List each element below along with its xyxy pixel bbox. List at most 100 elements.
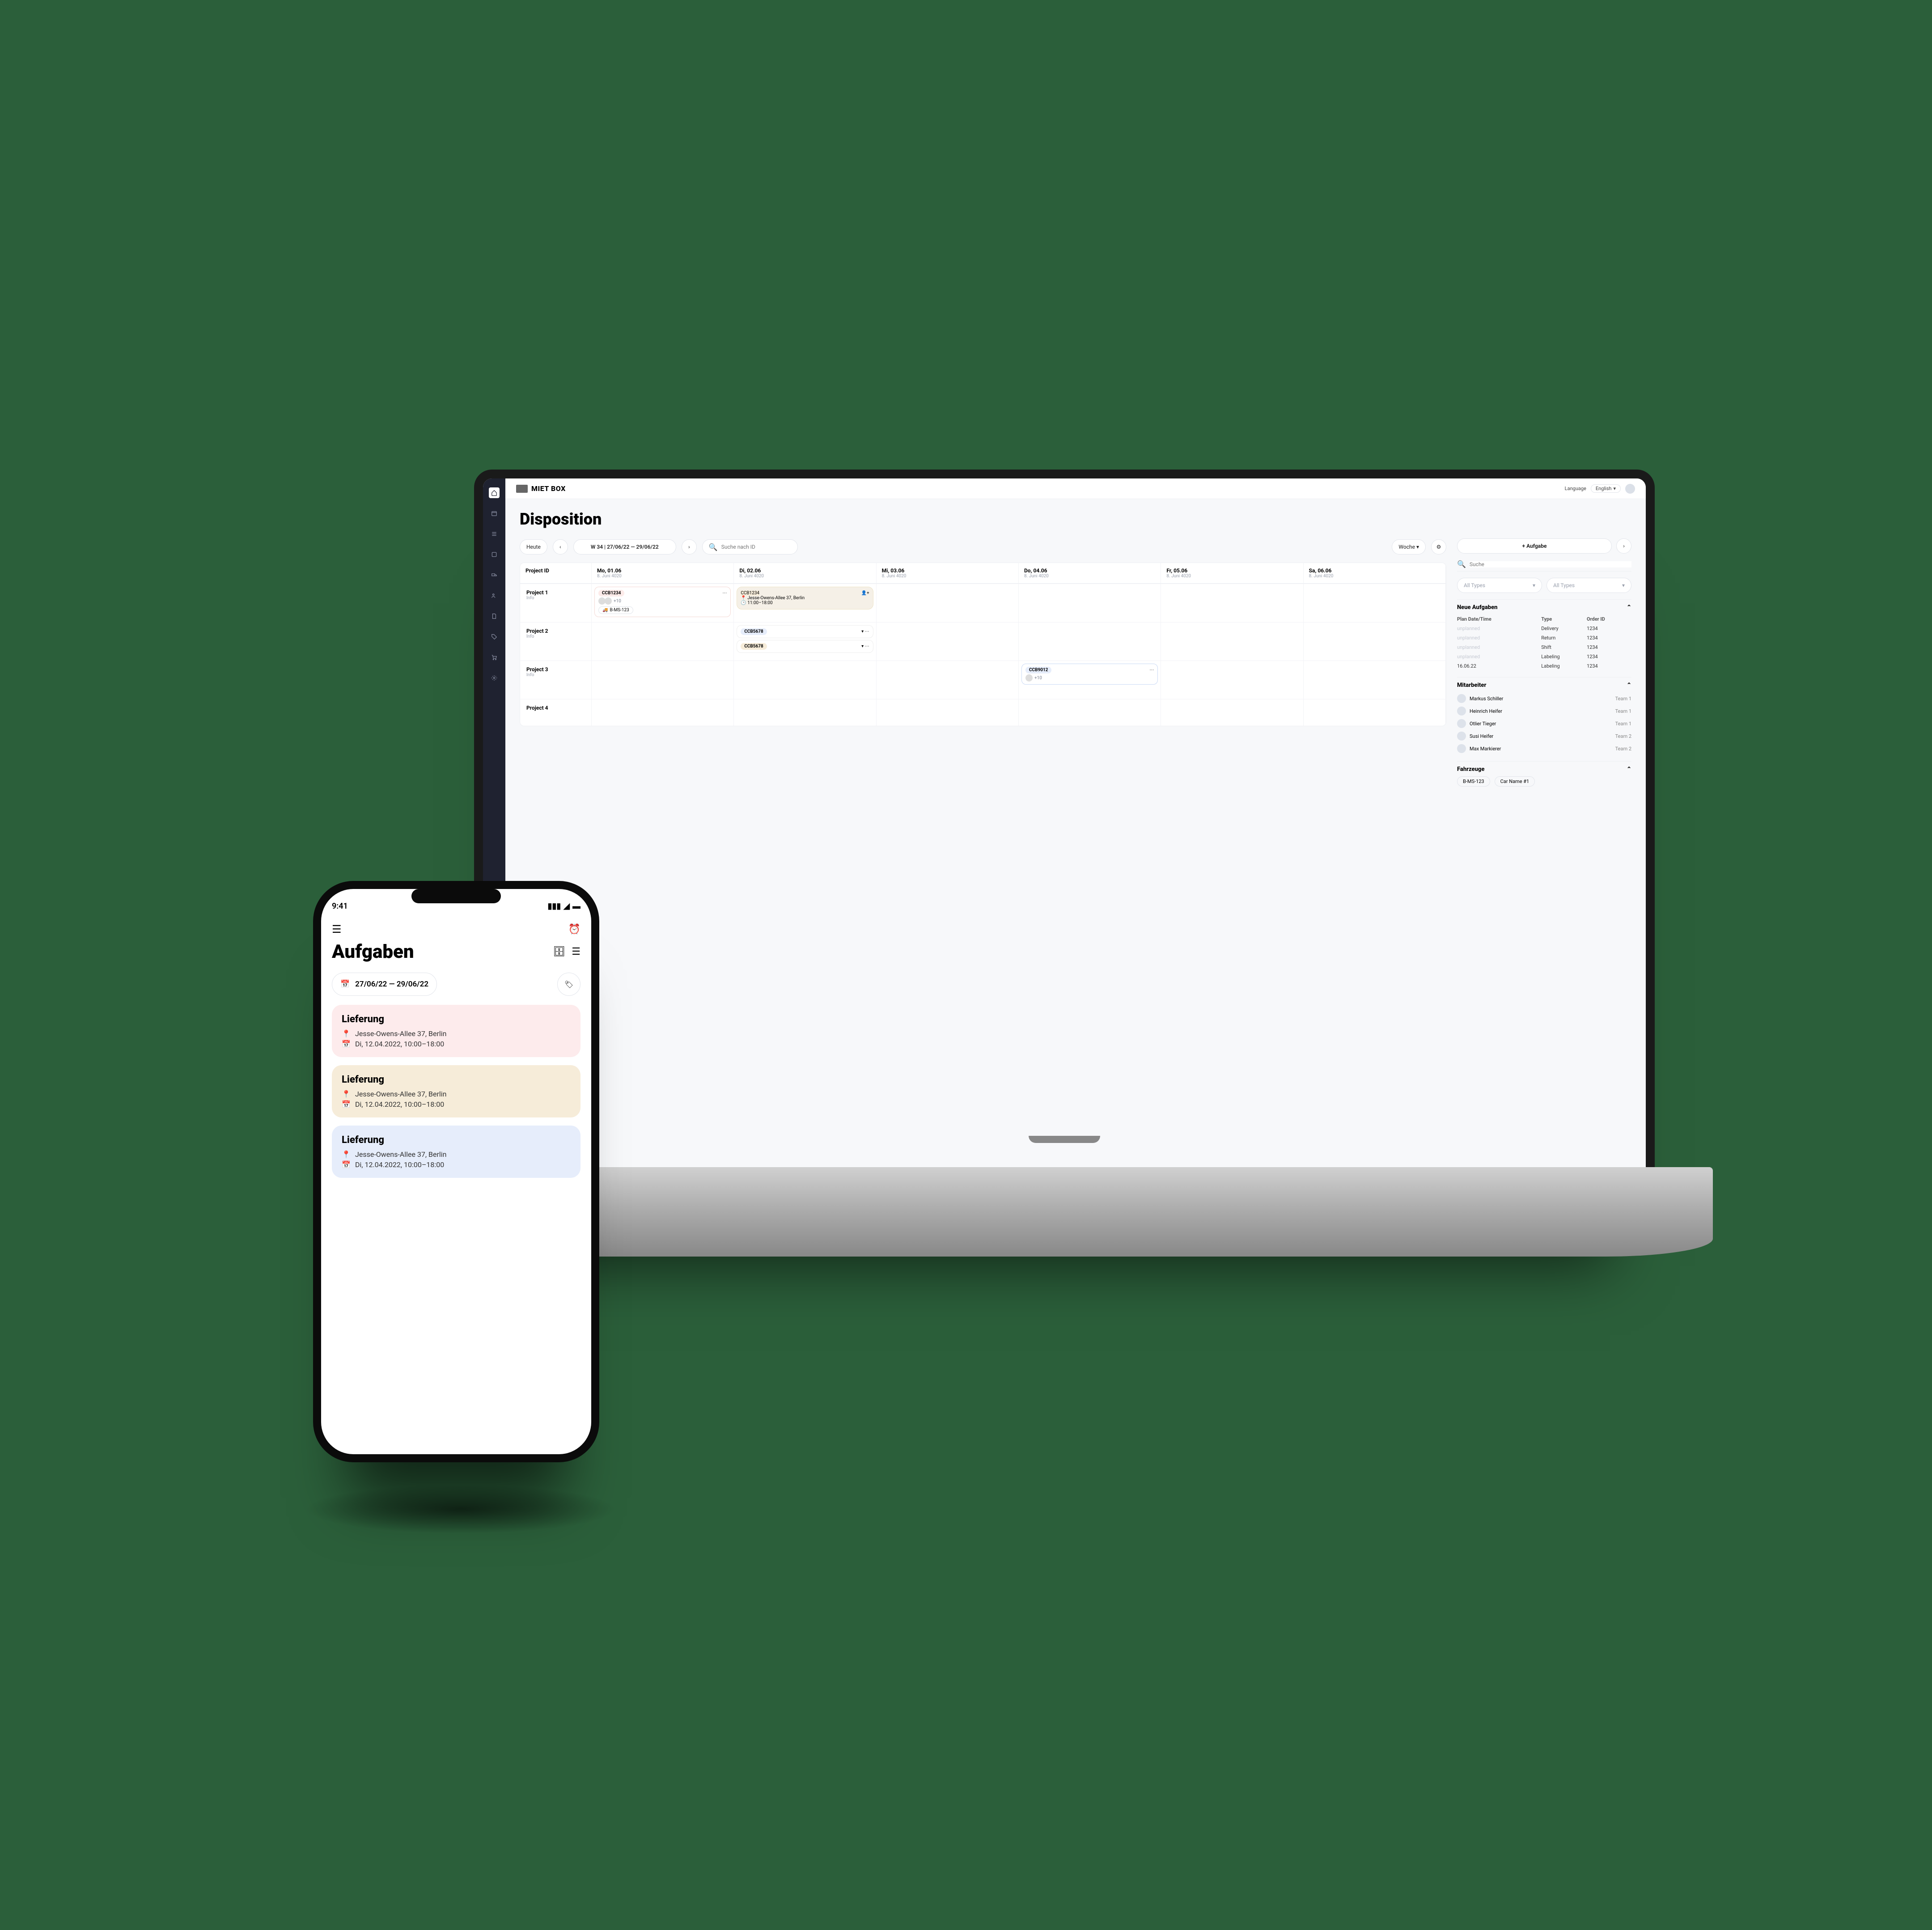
day-name: Mi, 03.06: [882, 567, 1013, 574]
task-card[interactable]: CCB1234⋯ +10 🚚 B-MS-123: [594, 587, 731, 617]
task-row[interactable]: unplannedShift1234: [1457, 643, 1631, 652]
staff-name: Otlier Tieger: [1470, 721, 1496, 727]
user-add-icon[interactable]: 👤+: [861, 591, 869, 596]
chevron-left-icon: ‹: [559, 544, 561, 550]
alarm-icon[interactable]: ⏰: [568, 924, 580, 935]
panel-search-input[interactable]: [1470, 561, 1631, 567]
sidebar-home-icon[interactable]: [489, 487, 500, 498]
sidebar-truck-icon[interactable]: [489, 570, 500, 580]
phone-task-card[interactable]: Lieferung 📍Jesse-Owens-Allee 37, Berlin …: [332, 1005, 580, 1057]
task-card[interactable]: CCB9012⋯ +10: [1021, 664, 1158, 685]
status-time: 9:41: [332, 902, 348, 911]
sidebar-doc-icon[interactable]: [489, 611, 500, 622]
staff-row[interactable]: Max MarkiererTeam 2: [1457, 742, 1631, 755]
today-button[interactable]: Heute: [520, 539, 547, 554]
grid-cell[interactable]: [592, 660, 734, 699]
grid-cell[interactable]: [877, 699, 1019, 726]
settings-button[interactable]: ⚙: [1431, 539, 1446, 554]
grid-cell[interactable]: [877, 622, 1019, 660]
task-card[interactable]: CCB5678▾ ⋯: [737, 640, 873, 653]
grid-cell[interactable]: [1161, 622, 1303, 660]
grid-cell[interactable]: CCB9012⋯ +10: [1019, 660, 1161, 699]
grid-cell[interactable]: [1161, 660, 1303, 699]
grid-row: Project 2Info CCB5678▾ ⋯ CCB5678▾ ⋯: [520, 622, 1446, 660]
list-icon[interactable]: ☰: [572, 946, 580, 957]
vehicle-chip[interactable]: Car Name #1: [1495, 776, 1535, 787]
language-select[interactable]: English ▾: [1591, 484, 1621, 493]
sidebar-cart-icon[interactable]: [489, 652, 500, 663]
grid-cell[interactable]: CCB1234👤+ 📍 Jesse-Owens-Allee 37, Berlin…: [734, 584, 876, 622]
tag-button[interactable]: 🏷: [557, 973, 580, 996]
prev-button[interactable]: ‹: [553, 539, 568, 554]
filter-type-b[interactable]: All Types▾: [1546, 578, 1631, 593]
add-task-button[interactable]: + Aufgabe: [1457, 538, 1612, 554]
chevron-down-icon[interactable]: ▾ ⋯: [861, 644, 869, 649]
chevron-down-icon[interactable]: ▾ ⋯: [861, 629, 869, 634]
phone-title: Aufgaben: [332, 941, 414, 963]
search-bar[interactable]: 🔍: [702, 539, 798, 554]
expand-button[interactable]: ›: [1616, 538, 1631, 554]
task-address: 📍Jesse-Owens-Allee 37, Berlin: [342, 1090, 571, 1098]
panel-search[interactable]: 🔍: [1457, 560, 1631, 571]
chevron-up-icon[interactable]: ⌃: [1627, 682, 1631, 689]
vehicle-chips: B-MS-123 Car Name #1: [1457, 776, 1631, 787]
grid-cell[interactable]: CCB1234⋯ +10 🚚 B-MS-123: [592, 584, 734, 622]
sidebar-settings-icon[interactable]: [489, 673, 500, 683]
sidebar-list-icon[interactable]: [489, 529, 500, 539]
grid-cell[interactable]: [734, 660, 876, 699]
grid-cell[interactable]: [592, 622, 734, 660]
task-row[interactable]: 16.06.22Labeling1234: [1457, 661, 1631, 671]
grid-cell[interactable]: [1019, 699, 1161, 726]
staff-row[interactable]: Markus SchillerTeam 1: [1457, 692, 1631, 705]
search-input[interactable]: [721, 544, 791, 550]
grid-cell[interactable]: [592, 699, 734, 726]
task-datetime: 📅Di, 12.04.2022, 10:00–18:00: [342, 1100, 571, 1109]
vehicle-chip[interactable]: B-MS-123: [1457, 776, 1490, 787]
task-row[interactable]: unplannedDelivery1234: [1457, 624, 1631, 633]
section-title: Mitarbeiter: [1457, 682, 1486, 689]
user-avatar[interactable]: [1625, 484, 1635, 494]
task-date: unplanned: [1457, 624, 1541, 633]
grid-cell[interactable]: [1304, 660, 1446, 699]
task-card[interactable]: CCB5678▾ ⋯: [737, 625, 873, 638]
section-staff: Mitarbeiter ⌃ Markus SchillerTeam 1Heinri…: [1457, 677, 1631, 755]
filter-row: All Types▾ All Types▾: [1457, 578, 1631, 593]
staff-row[interactable]: Heinrich HeiferTeam 1: [1457, 705, 1631, 717]
grid-cell[interactable]: [1304, 622, 1446, 660]
grid-cell[interactable]: [1304, 584, 1446, 622]
grid-cell[interactable]: [1161, 584, 1303, 622]
archive-icon[interactable]: 🗄: [553, 946, 565, 957]
filter-type-a[interactable]: All Types▾: [1457, 578, 1542, 593]
next-button[interactable]: ›: [682, 539, 697, 554]
phone-date-range[interactable]: 📅 27/06/22 — 29/06/22: [332, 973, 437, 996]
menu-button[interactable]: ☰: [332, 923, 342, 935]
grid-cell[interactable]: [877, 584, 1019, 622]
sidebar-users-icon[interactable]: [489, 590, 500, 601]
grid-cell[interactable]: [1019, 622, 1161, 660]
date-range[interactable]: W 34 | 27/06/22 — 29/06/22: [573, 539, 676, 554]
grid-cell[interactable]: [734, 699, 876, 726]
sidebar-tag-icon[interactable]: [489, 631, 500, 642]
grid-cell[interactable]: [1019, 584, 1161, 622]
view-select[interactable]: Woche ▾: [1392, 539, 1426, 554]
phone-task-card[interactable]: Lieferung 📍Jesse-Owens-Allee 37, Berlin …: [332, 1126, 580, 1178]
grid-cell[interactable]: [877, 660, 1019, 699]
th-order: Order ID: [1587, 614, 1631, 624]
sidebar-calendar-icon[interactable]: [489, 508, 500, 519]
staff-row[interactable]: Otlier TiegerTeam 1: [1457, 717, 1631, 730]
chevron-up-icon[interactable]: ⌃: [1627, 604, 1631, 611]
staff-row[interactable]: Susi HeiferTeam 2: [1457, 730, 1631, 742]
task-row[interactable]: unplannedLabeling1234: [1457, 652, 1631, 661]
row-label: Project 4: [520, 699, 592, 726]
phone-task-card[interactable]: Lieferung 📍Jesse-Owens-Allee 37, Berlin …: [332, 1065, 580, 1117]
grid-cell[interactable]: CCB5678▾ ⋯ CCB5678▾ ⋯: [734, 622, 876, 660]
battery-icon: ▬: [572, 902, 580, 911]
overflow-icon[interactable]: ⋯: [1149, 668, 1154, 673]
sidebar-box-icon[interactable]: [489, 549, 500, 560]
grid-cell[interactable]: [1304, 699, 1446, 726]
overflow-icon[interactable]: ⋯: [722, 591, 727, 596]
grid-cell[interactable]: [1161, 699, 1303, 726]
task-card-detail[interactable]: CCB1234👤+ 📍 Jesse-Owens-Allee 37, Berlin…: [737, 587, 873, 609]
chevron-up-icon[interactable]: ⌃: [1627, 766, 1631, 773]
task-row[interactable]: unplannedReturn1234: [1457, 633, 1631, 643]
